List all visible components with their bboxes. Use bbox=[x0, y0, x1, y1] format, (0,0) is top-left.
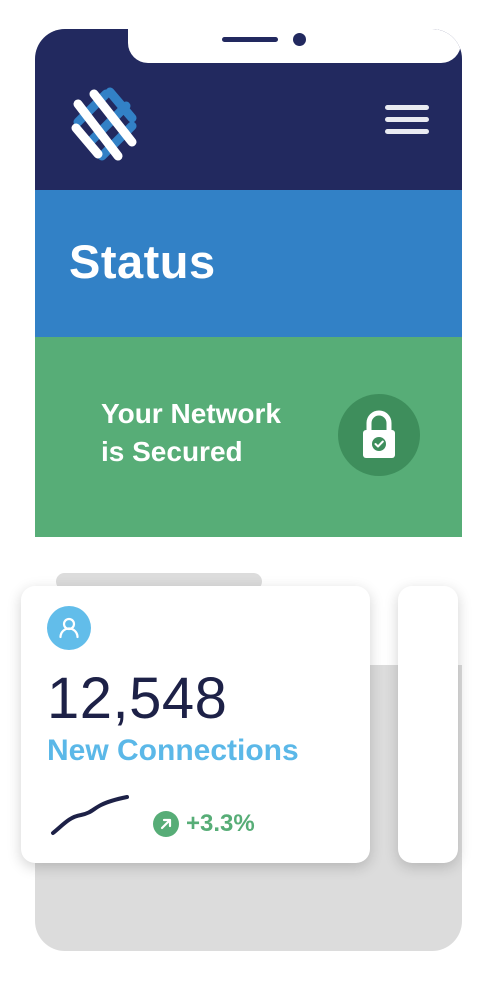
user-icon bbox=[47, 606, 91, 650]
menu-bar-middle bbox=[385, 117, 429, 122]
speaker-grille bbox=[222, 37, 278, 42]
metric-value: 12,548 bbox=[47, 666, 228, 731]
status-line-2: is Secured bbox=[101, 436, 243, 467]
next-metric-card[interactable] bbox=[398, 586, 458, 863]
arrow-up-right-icon bbox=[153, 811, 179, 837]
hamburger-menu-icon[interactable] bbox=[385, 105, 429, 139]
device-mockup: Status Your Network is Secured 12,548 Ne… bbox=[0, 0, 500, 981]
metric-label: New Connections bbox=[47, 734, 299, 767]
menu-bar-bottom bbox=[385, 129, 429, 134]
front-camera bbox=[293, 33, 306, 46]
trend-indicator: +3.3% bbox=[153, 809, 255, 839]
woven-knot-logo-icon bbox=[71, 87, 137, 161]
connections-metric-card[interactable]: 12,548 New Connections +3.3% bbox=[21, 586, 370, 863]
title-banner: Status bbox=[35, 190, 462, 337]
status-line-1: Your Network bbox=[101, 398, 281, 429]
phone-notch bbox=[128, 29, 461, 63]
menu-bar-top bbox=[385, 105, 429, 110]
app-header bbox=[35, 29, 462, 190]
page-title: Status bbox=[69, 235, 216, 288]
padlock-check-icon bbox=[338, 394, 420, 476]
status-message: Your Network is Secured bbox=[101, 395, 321, 471]
trend-value: +3.3% bbox=[186, 810, 255, 837]
network-status-banner: Your Network is Secured bbox=[35, 337, 462, 537]
sparkline-chart bbox=[51, 795, 129, 835]
